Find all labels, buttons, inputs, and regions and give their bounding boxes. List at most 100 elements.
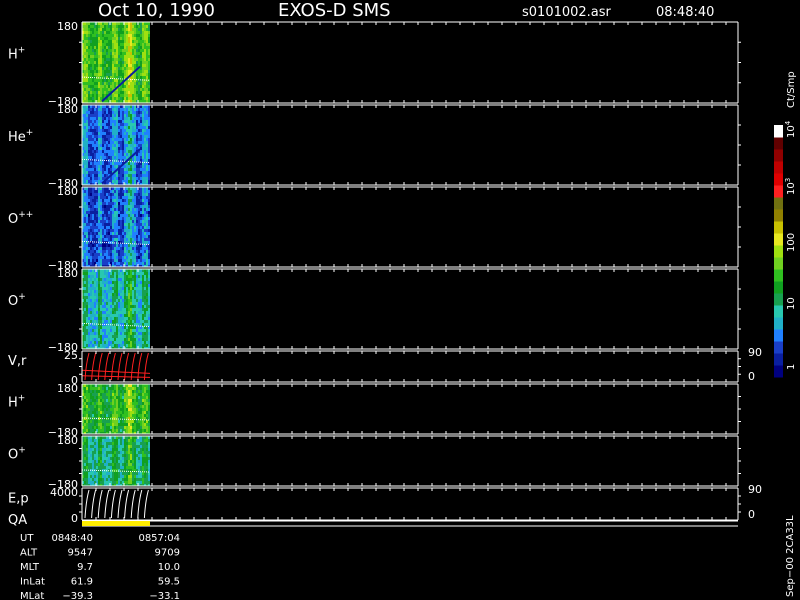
heatmap-cell [122, 205, 124, 208]
heatmap-cell [94, 314, 96, 317]
heatmap-cell [120, 141, 122, 144]
heatmap-cell [106, 235, 108, 238]
heatmap-cell [108, 317, 110, 320]
heatmap-cell [142, 126, 144, 129]
heatmap-cell [144, 299, 146, 302]
heatmap-cell [138, 329, 140, 332]
heatmap-cell [96, 217, 98, 220]
heatmap-cell [138, 168, 140, 171]
heatmap-cell [120, 117, 122, 120]
heatmap-cell [140, 40, 142, 43]
heatmap-cell [128, 193, 130, 196]
heatmap-cell [148, 177, 150, 180]
heatmap-cell [118, 123, 120, 126]
heatmap-cell [106, 135, 108, 138]
heatmap-cell [94, 220, 96, 223]
heatmap-cell [110, 126, 112, 129]
heatmap-cell [104, 190, 106, 193]
heatmap-cell [128, 262, 130, 265]
heatmap-cell [128, 49, 130, 52]
heatmap-cell [124, 91, 126, 94]
heatmap-cell [94, 205, 96, 208]
heatmap-cell [146, 429, 148, 432]
heatmap-cell [110, 190, 112, 193]
heatmap-cell [108, 259, 110, 262]
heatmap-cell [86, 120, 88, 123]
heatmap-cell [128, 85, 130, 88]
heatmap-cell [86, 126, 88, 129]
heatmap-cell [134, 272, 136, 275]
heatmap-cell [116, 323, 118, 326]
heatmap-cell [84, 454, 86, 457]
heatmap-cell [128, 58, 130, 61]
heatmap-cell [132, 111, 134, 114]
heatmap-cell [86, 174, 88, 177]
heatmap-cell [114, 262, 116, 265]
heatmap-cell [112, 278, 114, 281]
heatmap-cell [90, 193, 92, 196]
heatmap-cell [128, 123, 130, 126]
heatmap-cell [110, 275, 112, 278]
heatmap-cell [138, 396, 140, 399]
heatmap-cell [106, 344, 108, 347]
heatmap-cell [124, 229, 126, 232]
heatmap-cell [124, 25, 126, 28]
heatmap-cell [114, 132, 116, 135]
heatmap-cell [88, 429, 90, 432]
heatmap-cell [112, 199, 114, 202]
heatmap-cell [136, 332, 138, 335]
heatmap-cell [138, 111, 140, 114]
heatmap-cell [148, 180, 150, 183]
heatmap-cell [148, 108, 150, 111]
heatmap-cell [128, 414, 130, 417]
heatmap-cell [134, 91, 136, 94]
heatmap-cell [98, 335, 100, 338]
heatmap-cell [142, 338, 144, 341]
heatmap-cell [86, 439, 88, 442]
heatmap-cell [126, 299, 128, 302]
heatmap-cell [148, 235, 150, 238]
heatmap-cell [112, 165, 114, 168]
heatmap-cell [132, 108, 134, 111]
heatmap-cell [144, 114, 146, 117]
heatmap-cell [106, 156, 108, 159]
heatmap-cell [114, 396, 116, 399]
heatmap-cell [100, 250, 102, 253]
heatmap-cell [104, 165, 106, 168]
heatmap-cell [102, 85, 104, 88]
heatmap-cell [122, 238, 124, 241]
heatmap-cell [114, 341, 116, 344]
heatmap-cell [102, 31, 104, 34]
heatmap-cell [142, 426, 144, 429]
heatmap-cell [138, 25, 140, 28]
heatmap-cell [146, 208, 148, 211]
heatmap-cell [98, 299, 100, 302]
heatmap-cell [120, 190, 122, 193]
heatmap-cell [92, 220, 94, 223]
heatmap-cell [126, 399, 128, 402]
heatmap-cell [136, 217, 138, 220]
heatmap-cell [86, 49, 88, 52]
heatmap-cell [142, 238, 144, 241]
heatmap-cell [84, 165, 86, 168]
heatmap-cell [90, 329, 92, 332]
heatmap-cell [148, 34, 150, 37]
heatmap-cell [120, 138, 122, 141]
heatmap-cell [104, 338, 106, 341]
heatmap-cell [98, 290, 100, 293]
heatmap-cell [100, 58, 102, 61]
heatmap-cell [146, 253, 148, 256]
heatmap-cell [102, 171, 104, 174]
heatmap-cell [86, 235, 88, 238]
heatmap-cell [108, 308, 110, 311]
heatmap-cell [108, 214, 110, 217]
heatmap-cell [114, 31, 116, 34]
heatmap-cell [140, 153, 142, 156]
heatmap-cell [84, 67, 86, 70]
heatmap-cell [122, 405, 124, 408]
heatmap-cell [142, 311, 144, 314]
heatmap-cell [98, 174, 100, 177]
heatmap-cell [134, 147, 136, 150]
heatmap-cell [94, 281, 96, 284]
heatmap-cell [138, 211, 140, 214]
